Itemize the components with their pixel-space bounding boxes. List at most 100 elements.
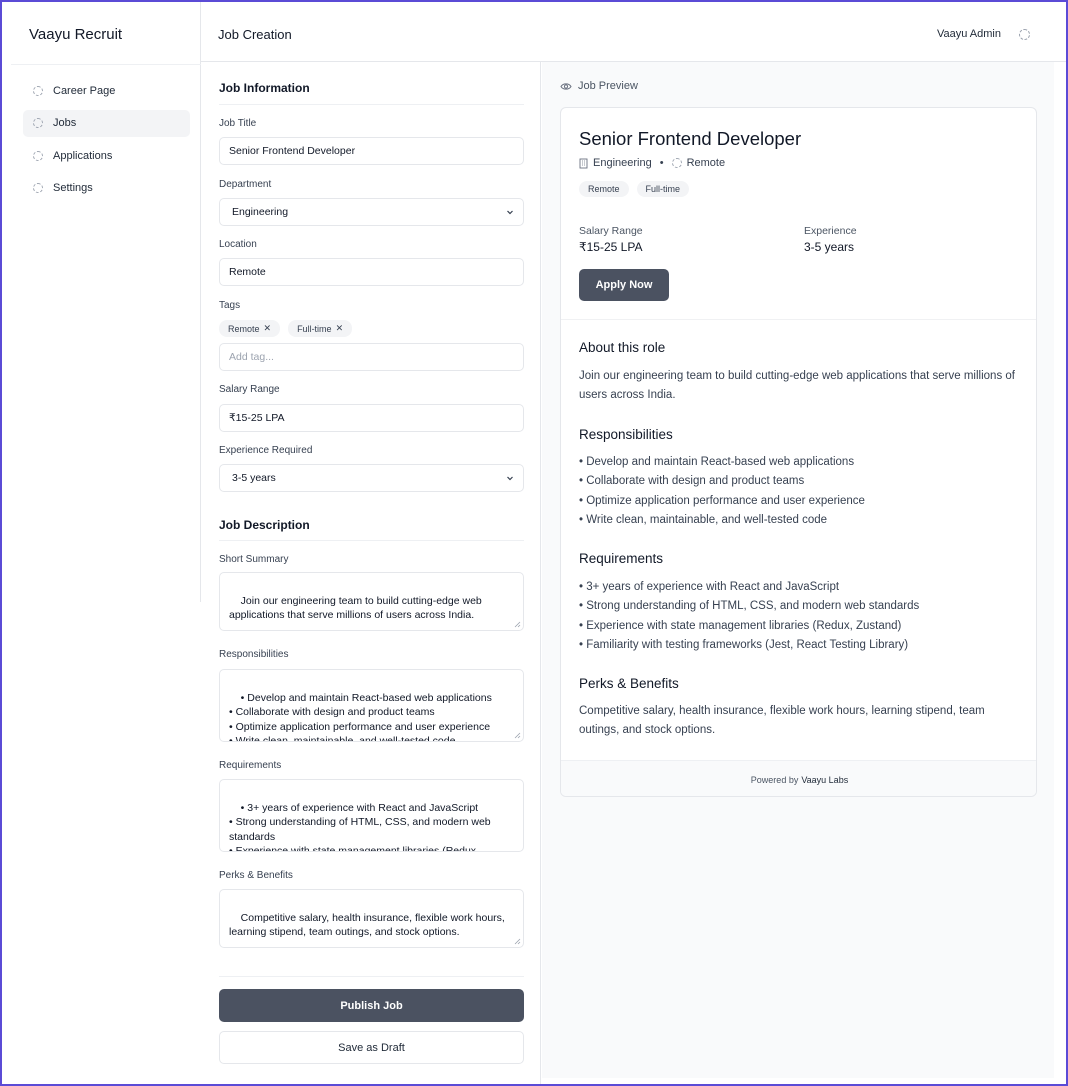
requirements-label: Requirements <box>219 760 282 771</box>
list-item: • Strong understanding of HTML, CSS, and… <box>579 600 920 613</box>
chevron-down-icon <box>507 476 513 481</box>
requirements-list: • 3+ years of experience with React and … <box>579 578 1019 655</box>
requirements-textarea[interactable]: • 3+ years of experience with React and … <box>219 779 524 852</box>
apply-now-button[interactable]: Apply Now <box>579 269 669 301</box>
about-role-text: Join our engineering team to build cutti… <box>579 370 1015 401</box>
salary-range-label: Salary Range <box>219 384 280 395</box>
department-select-value: Engineering <box>232 206 289 218</box>
short-summary-textarea[interactable]: Join our engineering team to build cutti… <box>219 572 524 631</box>
list-item: • 3+ years of experience with React and … <box>579 581 840 593</box>
tag-chip-label: Full-time <box>297 323 332 334</box>
job-information-heading: Job Information <box>219 81 310 95</box>
save-draft-button[interactable]: Save as Draft <box>219 1031 524 1064</box>
requirements-heading: Requirements <box>579 551 664 566</box>
short-summary-label: Short Summary <box>219 554 289 565</box>
perks-label: Perks & Benefits <box>219 870 293 881</box>
preview-experience-label: Experience <box>804 225 857 237</box>
preview-salary-label: Salary Range <box>579 225 643 237</box>
sidebar-divider <box>11 64 201 65</box>
responsibilities-textarea[interactable]: • Develop and maintain React-based web a… <box>219 669 524 742</box>
job-title-input[interactable]: Senior Frontend Developer <box>219 137 524 165</box>
job-description-heading: Job Description <box>219 518 310 532</box>
job-preview-card: Senior Frontend Developer Engineering • … <box>560 107 1037 797</box>
eye-icon <box>560 82 572 90</box>
preview-experience-value: 3-5 years <box>804 240 855 254</box>
responsibilities-text: • Develop and maintain React-based web a… <box>229 691 492 742</box>
job-preview-panel: Job Preview Senior Frontend Developer En… <box>542 62 1054 1078</box>
tag-chip: Full-time ✕ <box>288 320 353 337</box>
user-name[interactable]: Vaayu Admin <box>937 28 1001 40</box>
tags-label: Tags <box>219 300 241 311</box>
list-item: • Optimize application performance and u… <box>579 494 865 507</box>
preview-department: Engineering <box>593 157 652 169</box>
footer-prefix: Powered by <box>750 774 799 785</box>
publish-job-button[interactable]: Publish Job <box>219 989 524 1022</box>
location-label: Location <box>219 239 257 250</box>
page-title: Job Creation <box>218 27 292 42</box>
preview-job-title: Senior Frontend Developer <box>579 128 802 149</box>
salary-range-input[interactable]: ₹15-25 LPA <box>219 404 524 432</box>
department-select[interactable]: Engineering <box>219 198 524 226</box>
short-summary-text: Join our engineering team to build cutti… <box>229 594 485 622</box>
perks-text: Competitive salary, health insurance, fl… <box>229 911 508 939</box>
sidebar-item-label: Settings <box>53 182 93 194</box>
experience-label: Experience Required <box>219 445 313 456</box>
remove-tag-icon[interactable]: ✕ <box>336 323 344 334</box>
user-menu-icon[interactable] <box>1019 29 1030 40</box>
preview-salary-value: ₹15-25 LPA <box>579 240 643 254</box>
job-title-label: Job Title <box>219 118 257 129</box>
card-footer: Powered by Vaayu Labs <box>561 760 1036 796</box>
placeholder-circle-icon <box>33 85 43 96</box>
placeholder-circle-icon <box>671 158 682 168</box>
list-item: • Familiarity with testing frameworks (J… <box>579 638 909 651</box>
perks-text: Competitive salary, health insurance, fl… <box>579 705 985 736</box>
tag-list: Remote ✕ Full-time ✕ <box>219 320 353 337</box>
placeholder-circle-icon <box>33 183 43 193</box>
about-role-heading: About this role <box>579 340 666 355</box>
chevron-down-icon <box>507 210 513 215</box>
footer-brand: Vaayu Labs <box>801 774 849 785</box>
resize-handle-icon[interactable] <box>514 621 521 628</box>
meta-separator: • <box>659 157 664 169</box>
resize-handle-icon[interactable] <box>514 732 521 739</box>
experience-select[interactable]: 3-5 years <box>219 464 524 492</box>
preview-header-label: Job Preview <box>578 80 638 92</box>
perks-heading: Perks & Benefits <box>579 676 679 691</box>
list-item: • Collaborate with design and product te… <box>579 475 805 488</box>
section-divider <box>219 540 524 541</box>
responsibilities-label: Responsibilities <box>219 649 289 660</box>
top-bar: Job Creation Vaayu Admin <box>201 2 1066 62</box>
list-item: • Develop and maintain React-based web a… <box>579 456 855 468</box>
preview-tag: Remote <box>579 181 629 197</box>
sidebar-item-label: Jobs <box>53 117 77 129</box>
sidebar-item-settings[interactable]: Settings <box>23 175 190 202</box>
placeholder-circle-icon <box>33 118 43 128</box>
requirements-text: • 3+ years of experience with React and … <box>229 801 491 852</box>
list-item: • Experience with state management libra… <box>579 619 902 632</box>
section-divider <box>219 976 524 977</box>
sidebar-item-career-page[interactable]: Career Page <box>23 77 190 104</box>
resize-handle-icon[interactable] <box>514 938 521 945</box>
preview-location: Remote <box>686 157 726 169</box>
sidebar: Vaayu Recruit Career Page Jobs Applicati… <box>2 2 201 602</box>
job-form: Job Information Job Title Senior Fronten… <box>201 62 541 1084</box>
tag-chip-label: Remote <box>228 323 260 334</box>
preview-meta: Engineering • Remote <box>579 157 725 169</box>
list-item: • Write clean, maintainable, and well-te… <box>579 513 828 526</box>
section-divider <box>219 104 524 105</box>
location-input[interactable]: Remote <box>219 258 524 286</box>
preview-tag: Full-time <box>636 181 690 197</box>
perks-textarea[interactable]: Competitive salary, health insurance, fl… <box>219 889 524 948</box>
sidebar-item-label: Applications <box>53 149 113 162</box>
add-tag-input[interactable]: Add tag... <box>219 343 524 371</box>
preview-tags: Remote Full-time <box>579 181 690 197</box>
remove-tag-icon[interactable]: ✕ <box>264 323 272 334</box>
responsibilities-heading: Responsibilities <box>579 427 673 442</box>
building-icon <box>579 158 588 168</box>
sidebar-item-label: Career Page <box>53 84 116 97</box>
placeholder-circle-icon <box>33 150 43 161</box>
tag-chip: Remote ✕ <box>219 320 281 337</box>
sidebar-item-applications[interactable]: Applications <box>23 142 190 169</box>
sidebar-item-jobs[interactable]: Jobs <box>23 109 190 137</box>
responsibilities-list: • Develop and maintain React-based web a… <box>579 453 1019 530</box>
